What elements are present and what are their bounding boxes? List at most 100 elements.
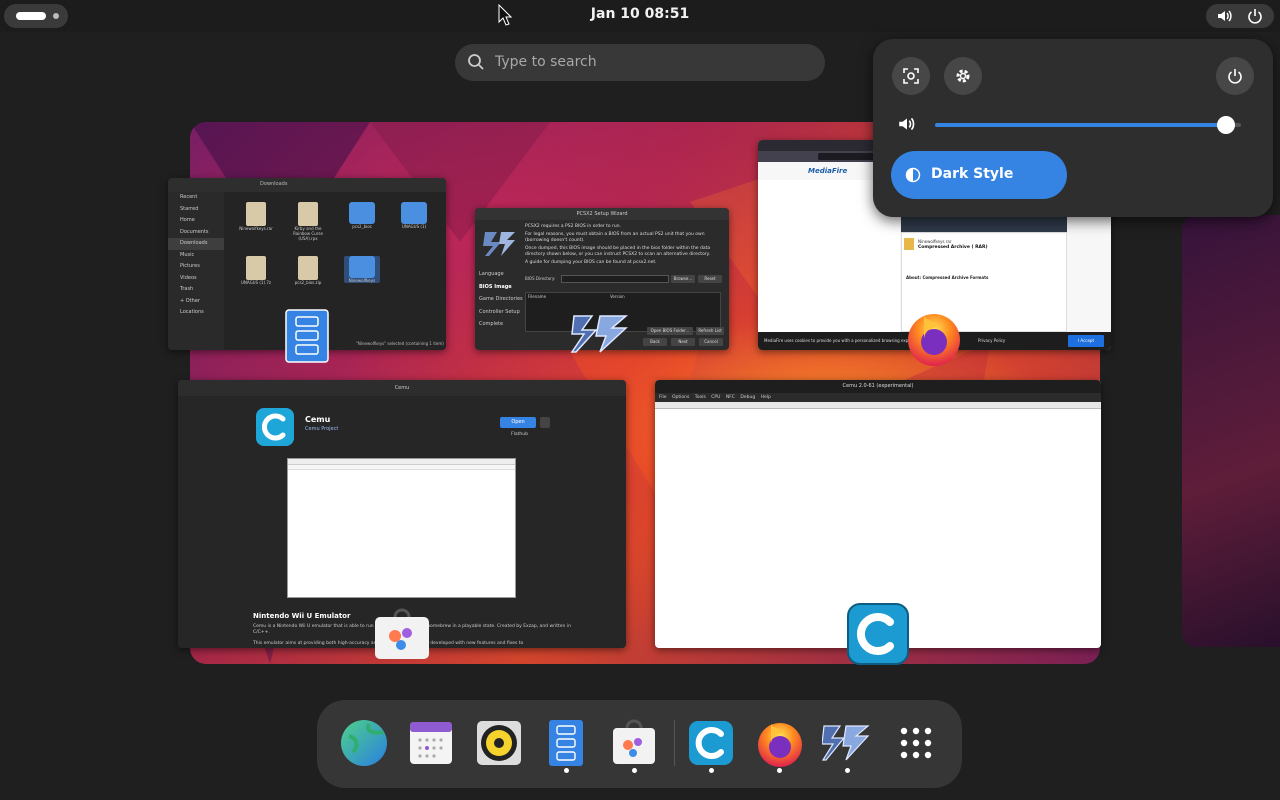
software-app-name: Cemu: [305, 415, 331, 424]
file-label: pcs2_bios.zip: [294, 280, 322, 285]
pcsx2-reset-button: Reset: [698, 275, 722, 283]
file-item: UNAGUS (1).7z: [238, 256, 274, 285]
file-label: pcs2_bios: [352, 224, 372, 229]
pcsx2-back-button: Back: [643, 338, 667, 346]
pcsx2-dir-label: BIOS Directory:: [525, 276, 556, 281]
running-indicator: [777, 768, 782, 773]
dock-separator: [674, 720, 675, 766]
volume-icon: [899, 117, 915, 131]
pcsx2-step: BIOS Image: [479, 283, 512, 290]
power-icon: [1248, 9, 1262, 24]
pcsx2-step: Language: [479, 271, 504, 277]
software-open-button: Open: [500, 417, 536, 428]
file-label: Ninewolfkeys: [348, 278, 376, 283]
files-sidebar-item: Trash: [180, 286, 194, 292]
search-input[interactable]: [495, 52, 795, 72]
cookie-accept-button: I Accept: [1068, 335, 1104, 347]
pcsx2-text: PCSX2 requires a PS2 BIOS in order to ru…: [525, 224, 725, 266]
screenshot-button[interactable]: [892, 57, 930, 95]
software-subtitle: Nintendo Wii U Emulator: [253, 612, 351, 620]
software-developer: Cemu Project: [305, 426, 339, 432]
files-sidebar-item: Home: [180, 217, 195, 223]
quick-settings-panel: Dark Style: [873, 39, 1273, 217]
clock[interactable]: Jan 10 08:51: [560, 6, 720, 22]
mediafire-file-title: Ninewolfkeys.rar: [918, 239, 952, 244]
files-path: Downloads: [260, 181, 288, 187]
file-label: UNAGUS (1).7z: [240, 280, 271, 285]
pcsx2-steps: Language BIOS Image Game Directories Con…: [479, 268, 523, 331]
app-grid-icon[interactable]: [891, 718, 941, 768]
volume-slider-handle[interactable]: [1216, 116, 1235, 134]
folder-item-selected: Ninewolfkeys: [344, 256, 380, 283]
pcsx2-step: Complete: [479, 321, 504, 327]
software-screenshot: [287, 458, 516, 598]
cemu-title: Cemu 2.0-61 (experimental): [655, 380, 1101, 393]
next-workspace-preview[interactable]: [1182, 215, 1280, 647]
top-bar: Jan 10 08:51: [0, 0, 1280, 32]
pcsx2-line: For legal reasons, you must obtain a BIO…: [525, 232, 705, 243]
files-status: "Ninewolfkeys" selected (containing 1 it…: [356, 341, 444, 346]
cemu-app-icon: [847, 603, 909, 665]
system-menu-button[interactable]: [1206, 4, 1274, 28]
firefox-dock-icon[interactable]: [755, 718, 805, 768]
pcsx2-dir-field: [561, 275, 669, 283]
file-label: Kirby and the Rainbow Curse (USA).rpx: [293, 226, 323, 241]
mediafire-about: About: Compressed Archive Formats: [906, 275, 989, 280]
mediafire-logo: MediaFire: [808, 167, 848, 175]
pcsx2-line: PCSX2 requires a PS2 BIOS in order to ru…: [525, 224, 622, 229]
folder-item: UNAGUS (1): [396, 202, 432, 229]
volume-slider[interactable]: [935, 123, 1241, 127]
workspace-indicator: [53, 13, 59, 19]
web-browser-dock-icon[interactable]: [339, 718, 389, 768]
files-sidebar-item: Videos: [180, 274, 197, 281]
screenshot-icon: [903, 68, 919, 84]
cemu-game-list-header: [655, 402, 1101, 409]
volume-icon: [1218, 10, 1232, 22]
file-label: Ninewolfkeys.rar: [239, 226, 273, 231]
files-sidebar-item: Downloads: [168, 238, 224, 250]
power-off-button[interactable]: [1216, 57, 1254, 95]
pcsx2-line: A guide for dumping your BIOS can be fou…: [525, 260, 657, 265]
calendar-dock-icon[interactable]: [406, 718, 456, 768]
pcsx2-step: Controller Setup: [479, 308, 520, 315]
pcsx2-browse-button: Browse...: [671, 275, 695, 283]
rhythmbox-dock-icon[interactable]: [474, 718, 524, 768]
pcsx2-refresh-button: Refresh List: [696, 327, 724, 335]
file-item: Kirby and the Rainbow Curse (USA).rpx: [290, 202, 326, 241]
cemu-dock-icon[interactable]: [686, 718, 736, 768]
search-icon: [468, 54, 484, 70]
running-indicator: [709, 768, 714, 773]
pcsx2-dock-icon[interactable]: [822, 718, 872, 768]
cemu-menubar: File Options Tools CPU NFC Debug Help: [655, 393, 1101, 402]
pcsx2-open-bios-button: Open BIOS Folder...: [647, 327, 693, 335]
mouse-pointer-icon: [498, 4, 512, 26]
file-item: pcs2_bios.zip: [290, 256, 326, 285]
software-header: Cemu: [178, 380, 626, 396]
running-indicator: [632, 768, 637, 773]
pcsx2-next-button: Next: [671, 338, 695, 346]
software-app-icon: [375, 608, 429, 659]
software-uninstall-button: [540, 417, 550, 428]
files-sidebar-item: Pictures: [180, 263, 200, 269]
pcsx2-col-version: Version: [610, 294, 625, 299]
files-app-icon: [285, 309, 329, 363]
software-dock-icon[interactable]: [609, 718, 659, 768]
pcsx2-title: PCSX2 Setup Wizard: [475, 208, 729, 220]
dark-style-toggle[interactable]: Dark Style: [891, 151, 1067, 199]
files-dock-icon[interactable]: [541, 718, 591, 768]
workspace-indicator-active: [16, 12, 46, 20]
software-source: Flathub: [511, 432, 528, 437]
running-indicator: [845, 768, 850, 773]
privacy-link: Privacy Policy: [978, 338, 1006, 343]
dark-style-icon: [905, 167, 921, 183]
cookie-text: MediaFire uses cookies to provide you wi…: [764, 338, 925, 343]
activities-button[interactable]: [4, 4, 68, 28]
search-bar[interactable]: [455, 44, 825, 81]
pcsx2-step: Game Directories: [479, 296, 523, 302]
firefox-app-icon: [908, 314, 960, 366]
files-sidebar: Recent Starred Home Documents Downloads …: [168, 192, 224, 350]
settings-button[interactable]: [944, 57, 982, 95]
dash-dock: [317, 700, 962, 788]
folder-item: pcs2_bios: [344, 202, 380, 229]
running-indicator: [564, 768, 569, 773]
